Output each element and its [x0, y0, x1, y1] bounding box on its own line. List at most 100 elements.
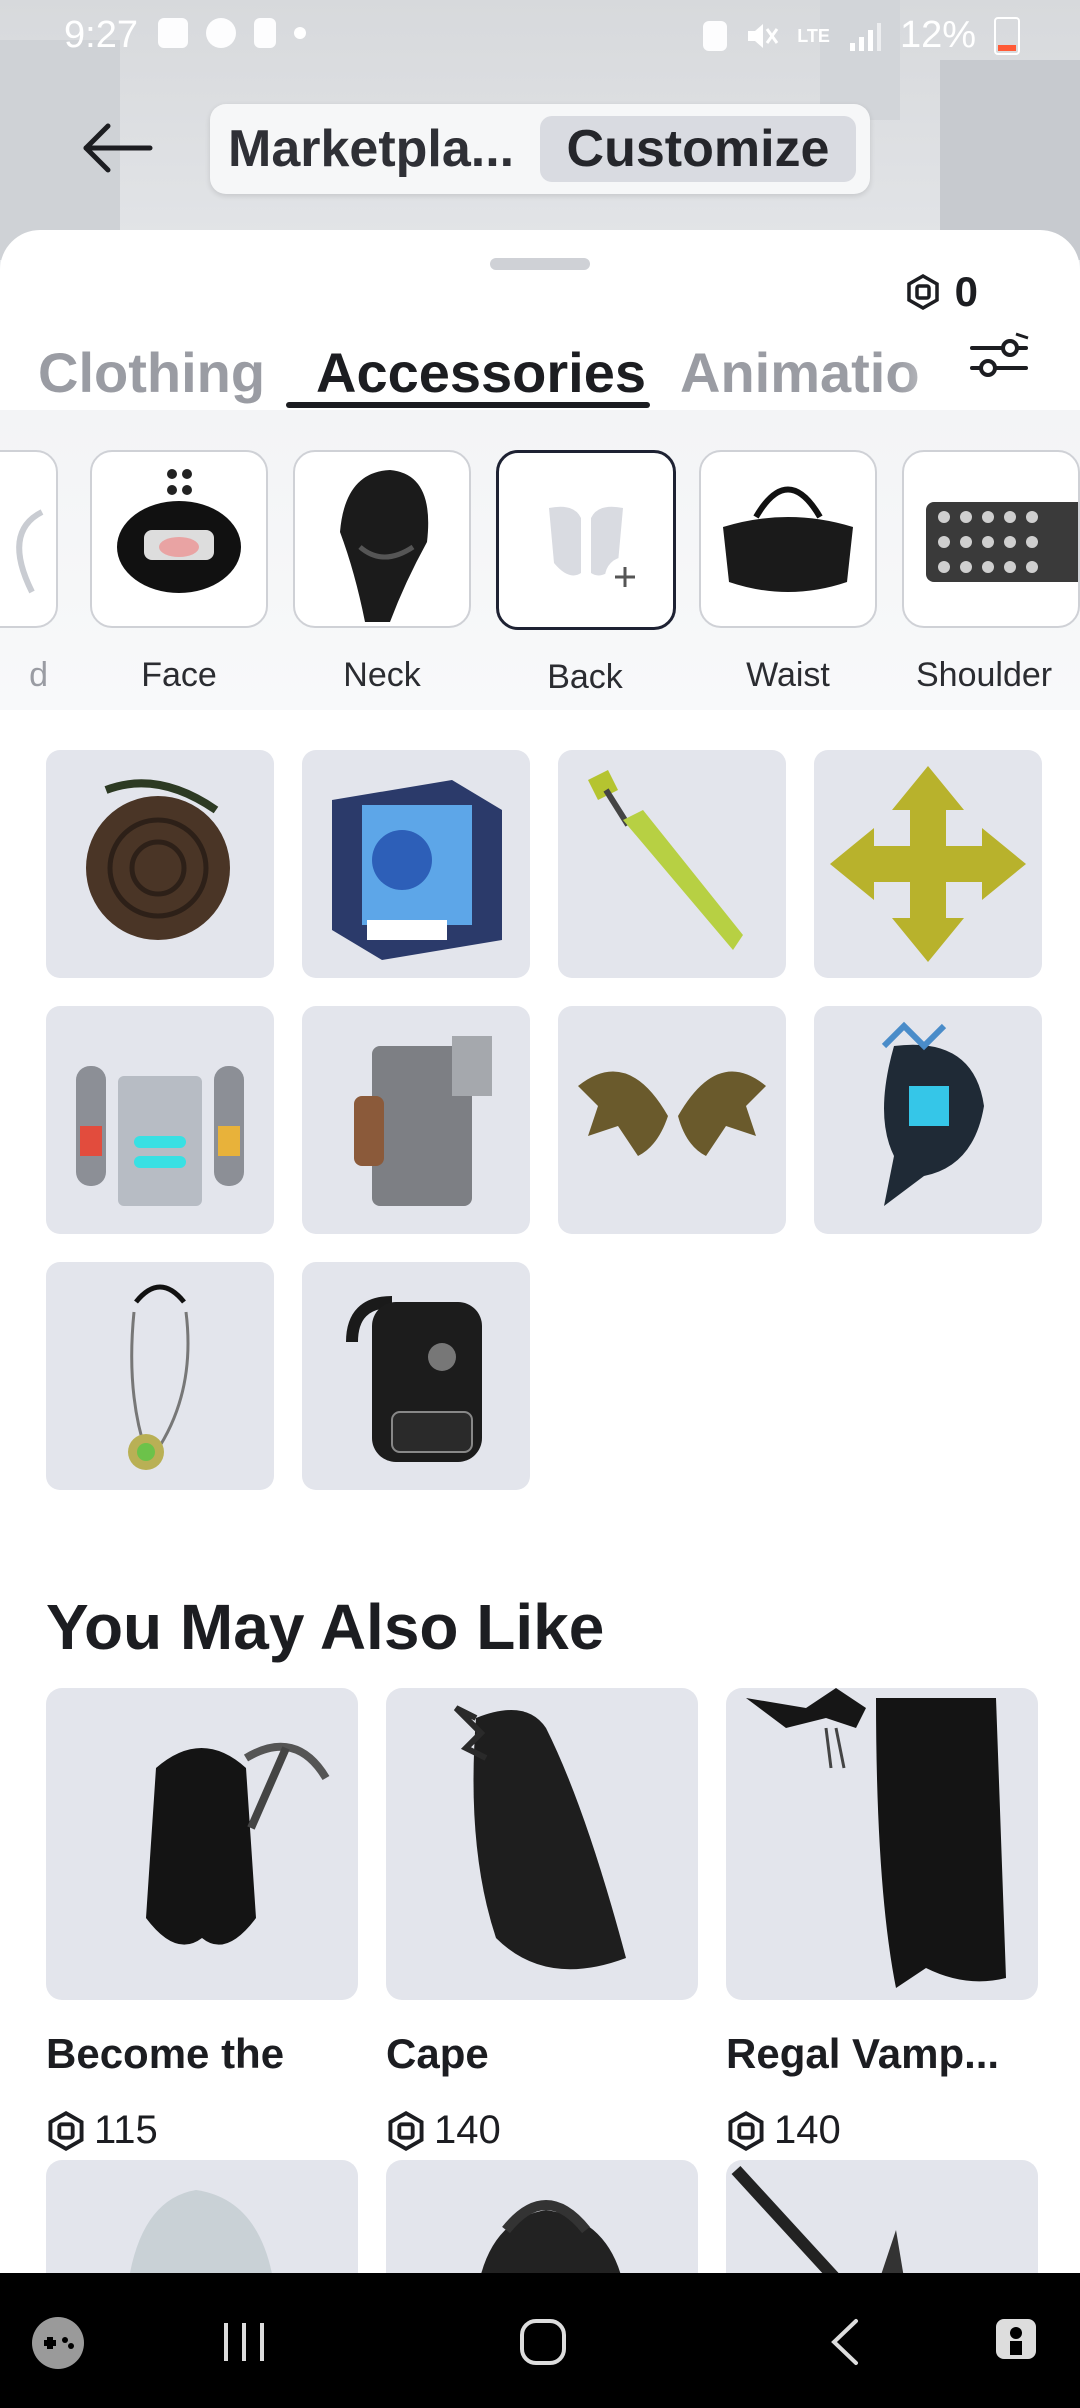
rec-price-value: 140 [434, 2108, 501, 2152]
subcat-back[interactable]: Back [496, 450, 676, 697]
jetpack-item [76, 1066, 244, 1206]
robux-icon [906, 274, 939, 310]
signal-icon [849, 22, 881, 51]
subcat-partial[interactable]: d [0, 450, 58, 695]
alert-icon [254, 18, 276, 48]
black-backpack-item [346, 1296, 482, 1462]
rec-card-regal-vamp[interactable]: Regal Vamp... 140 [726, 1688, 1038, 2153]
tab-customize[interactable]: Customize [540, 116, 856, 182]
bat-wings-item [578, 1071, 766, 1156]
subcat-waist[interactable]: Waist [699, 450, 877, 695]
waist-thumb [699, 450, 877, 628]
inventory-item[interactable] [558, 750, 786, 978]
stone-backpack-item [354, 1036, 492, 1206]
rec-price-value: 140 [774, 2108, 841, 2152]
subcat-shoulder[interactable]: Shoulder [902, 450, 1080, 695]
innovation-award-crystal-noob [332, 780, 502, 960]
android-nav-bar [0, 2273, 1080, 2408]
rec-card-peek[interactable] [386, 2160, 698, 2273]
battery-saver-icon [703, 20, 728, 51]
system-back-icon[interactable] [826, 2317, 866, 2367]
rec-name: Become the [46, 2030, 285, 2077]
avatar-editor-sheet: 0 Clothing Accessories Animatio d Face N… [0, 230, 1080, 2273]
status-time: 9:27 [64, 14, 138, 56]
subcat-label: d [29, 656, 48, 694]
face-item-icon [117, 469, 241, 593]
robux-balance[interactable]: 0 [905, 268, 978, 316]
subcat-label-neck: Neck [343, 656, 421, 694]
mute-icon [748, 23, 779, 48]
inventory-item[interactable] [558, 1006, 786, 1234]
inventory-item[interactable] [46, 750, 274, 978]
wings-placeholder-icon [549, 506, 645, 597]
green-sword-item [588, 770, 743, 950]
filter-sliders-icon[interactable] [968, 330, 1032, 384]
inventory-item[interactable] [814, 750, 1042, 978]
spiked-pad-icon [926, 502, 1078, 582]
subcat-label-back: Back [547, 658, 623, 696]
rec-name: Cape [386, 2030, 489, 2077]
subcategory-strip: d Face Neck Back Waist Shoulder [0, 410, 1080, 710]
more-dot-icon [294, 27, 306, 39]
backpack-icon [481, 2200, 621, 2273]
inventory-item[interactable] [46, 1262, 274, 1490]
notification-icons [158, 18, 306, 48]
subcat-label-waist: Waist [746, 656, 830, 694]
rec-price: 140 [386, 2108, 698, 2153]
neck-item-icon [340, 470, 429, 622]
inventory-item[interactable] [814, 1006, 1042, 1234]
inventory-item[interactable] [302, 1006, 530, 1234]
network-type: LTE [797, 25, 830, 46]
inventory-item[interactable] [46, 1006, 274, 1234]
robux-icon [728, 2110, 764, 2151]
game-controller-icon[interactable] [30, 2315, 86, 2371]
rec-price-value: 115 [94, 2108, 158, 2152]
rec-card-peek[interactable] [726, 2160, 1038, 2273]
rec-price: 140 [726, 2108, 1038, 2153]
accessibility-icon[interactable] [990, 2313, 1046, 2369]
subcat-thumb [0, 450, 58, 628]
subcat-neck[interactable]: Neck [293, 450, 471, 695]
back-thumb [496, 450, 676, 630]
inventory-item[interactable] [302, 750, 530, 978]
neck-thumb [293, 450, 471, 628]
rec-thumb [386, 1688, 698, 2000]
recent-apps-icon[interactable] [220, 2319, 270, 2365]
fur-cape-icon [453, 1705, 626, 1970]
active-tab-indicator [286, 402, 650, 408]
status-bar: 9:27 LTE 12% [0, 0, 1080, 70]
tab-animations[interactable]: Animatio [680, 340, 990, 405]
blue-dragon-item [881, 1021, 984, 1206]
rec-thumb [46, 1688, 358, 2000]
round-shield-item [86, 779, 230, 940]
subcat-label-face: Face [141, 656, 217, 694]
rec-card-become-the[interactable]: Become the 115 [46, 1688, 358, 2153]
rec-thumb [726, 1688, 1038, 2000]
tab-accessories[interactable]: Accessories [316, 340, 646, 405]
shoulder-thumb [902, 450, 1080, 628]
shield-icon [206, 18, 236, 48]
pendant-necklace-item [128, 1284, 190, 1470]
sheet-drag-handle[interactable] [490, 258, 590, 270]
back-arrow-icon[interactable] [80, 118, 156, 178]
wolf-head-icon [129, 2190, 272, 2273]
robux-icon [388, 2110, 424, 2151]
rec-card-cape[interactable]: Cape 140 [386, 1688, 698, 2153]
guitar-icon [731, 2165, 904, 2273]
system-icons: LTE 12% [703, 14, 1020, 57]
battery-icon [994, 16, 1020, 55]
recommendations-title: You May Also Like [46, 1591, 605, 1663]
item-thumb-icon [16, 509, 44, 594]
mode-toggle: Marketpla... Customize [210, 104, 870, 194]
rec-card-peek[interactable] [46, 2160, 358, 2273]
rec-name: Regal Vamp... [726, 2030, 1000, 2077]
vampire-cape-icon [746, 1688, 1006, 1988]
subcat-face[interactable]: Face [90, 450, 268, 695]
home-icon[interactable] [518, 2317, 568, 2367]
tab-clothing[interactable]: Clothing [38, 340, 265, 405]
robux-icon [48, 2110, 84, 2151]
battery-percent: 12% [899, 14, 976, 56]
reaper-cloak-icon [146, 1742, 330, 1945]
subcat-label-shoulder: Shoulder [916, 656, 1053, 694]
inventory-item[interactable] [302, 1262, 530, 1490]
